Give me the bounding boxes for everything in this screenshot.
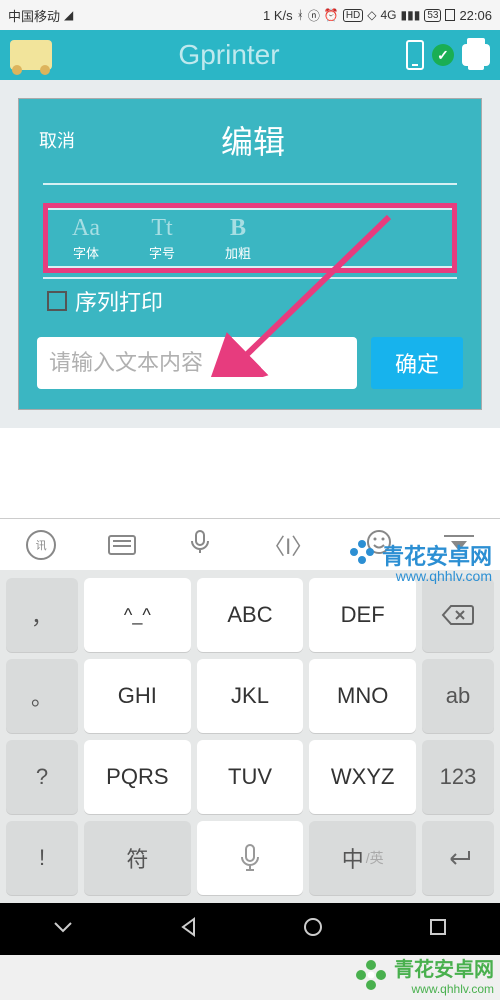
status-right: 1 K/s ᚼ ⓝ ⏰ HD ◇ 4G ▮▮▮ 53 22:06 — [263, 7, 492, 24]
nfc-icon: ⓝ — [308, 7, 320, 24]
alarm-icon: ⏰ — [324, 8, 339, 22]
sequence-label: 序列打印 — [75, 285, 163, 317]
key-ab[interactable]: ab — [422, 659, 494, 733]
blank-area — [0, 428, 500, 518]
ime-logo-button[interactable]: 讯 — [26, 530, 56, 560]
dialog-title: 编辑 — [45, 117, 461, 163]
font-button[interactable]: Aa 字体 — [48, 210, 124, 266]
nav-home-icon[interactable] — [302, 916, 324, 943]
status-ok-icon[interactable]: ✓ — [432, 44, 454, 66]
hd-badge: HD — [343, 9, 363, 22]
watermark-bottom: 青花安卓网 www.qhhlv.com — [354, 953, 494, 996]
watermark-flower-icon — [348, 538, 376, 572]
network-type: 4G — [381, 8, 397, 22]
key-tuv[interactable]: TUV — [197, 740, 304, 814]
keyboard-switch-icon[interactable] — [108, 535, 136, 555]
key-emoticon[interactable]: ^_^ — [84, 578, 191, 652]
size-label: 字号 — [124, 243, 200, 262]
watermark-top: 青花安卓网 — [348, 538, 492, 572]
bluetooth-icon: ᚼ — [297, 8, 304, 22]
android-nav-bar — [0, 903, 500, 955]
nav-recent-icon[interactable] — [427, 916, 449, 943]
divider — [43, 277, 457, 279]
cursor-mode-icon[interactable]: 〈I〉 — [263, 529, 313, 561]
key-question[interactable]: ? — [6, 740, 78, 814]
key-lang[interactable]: 中/英 — [309, 821, 416, 895]
divider — [43, 183, 457, 185]
bold-button[interactable]: B 加粗 — [200, 210, 276, 266]
nav-back-icon[interactable] — [178, 916, 200, 943]
key-symbols[interactable]: 符 — [84, 821, 191, 895]
format-toolbar-highlight: Aa 字体 Tt 字号 B 加粗 — [43, 203, 457, 273]
battery-icon — [445, 9, 455, 21]
watermark-name: 青花安卓网 — [382, 539, 492, 571]
edit-dialog: 取消 编辑 Aa 字体 Tt 字号 B 加粗 — [18, 98, 482, 410]
key-backspace[interactable] — [422, 578, 494, 652]
sequence-row[interactable]: 序列打印 — [47, 285, 453, 317]
font-icon: Aa — [48, 216, 124, 240]
confirm-button[interactable]: 确定 — [371, 337, 463, 389]
mic-icon[interactable] — [189, 529, 211, 561]
clock: 22:06 — [459, 8, 492, 23]
size-button[interactable]: Tt 字号 — [124, 210, 200, 266]
panel-wrap: 取消 编辑 Aa 字体 Tt 字号 B 加粗 — [0, 80, 500, 428]
key-123[interactable]: 123 — [422, 740, 494, 814]
key-mno[interactable]: MNO — [309, 659, 416, 733]
signal-icon: ▮▮▮ — [401, 8, 421, 22]
key-exclaim[interactable]: ! — [6, 821, 78, 895]
watermark-url: www.qhhlv.com — [394, 982, 494, 996]
truck-logo-icon[interactable] — [10, 40, 52, 70]
net-speed: 1 K/s — [263, 8, 293, 23]
watermark-url: www.qhhlv.com — [396, 568, 492, 584]
carrier-label: 中国移动 — [8, 6, 60, 25]
key-enter[interactable] — [422, 821, 494, 895]
watermark-name: 青花安卓网 — [394, 959, 494, 981]
key-ghi[interactable]: GHI — [84, 659, 191, 733]
key-comma[interactable]: ， — [6, 578, 78, 652]
sequence-checkbox[interactable] — [47, 291, 67, 311]
key-pqrs[interactable]: PQRS — [84, 740, 191, 814]
battery-pct: 53 — [424, 9, 441, 22]
keyboard: ， ^_^ ABC DEF 。 GHI JKL MNO ab ? PQRS TU… — [0, 570, 500, 903]
signal-wave-icon: ◢ — [64, 8, 73, 22]
bold-label: 加粗 — [200, 243, 276, 262]
watermark-flower-icon — [354, 958, 388, 992]
text-input[interactable] — [37, 337, 357, 389]
key-abc[interactable]: ABC — [197, 578, 304, 652]
key-period[interactable]: 。 — [6, 659, 78, 733]
key-jkl[interactable]: JKL — [197, 659, 304, 733]
key-wxyz[interactable]: WXYZ — [309, 740, 416, 814]
app-title: Gprinter — [52, 39, 406, 71]
wifi-icon: ◇ — [367, 8, 376, 22]
status-left: 中国移动 ◢ — [8, 6, 73, 25]
bold-icon: B — [200, 216, 276, 240]
status-bar: 中国移动 ◢ 1 K/s ᚼ ⓝ ⏰ HD ◇ 4G ▮▮▮ 53 22:06 — [0, 0, 500, 30]
key-def[interactable]: DEF — [309, 578, 416, 652]
nav-hide-keyboard-icon[interactable] — [51, 919, 75, 940]
phone-icon[interactable] — [406, 40, 424, 70]
format-toolbar: Aa 字体 Tt 字号 B 加粗 — [48, 208, 452, 268]
app-bar: Gprinter ✓ — [0, 30, 500, 80]
printer-icon[interactable] — [462, 44, 490, 66]
key-voice[interactable] — [197, 821, 304, 895]
size-icon: Tt — [124, 216, 200, 240]
font-label: 字体 — [48, 243, 124, 262]
